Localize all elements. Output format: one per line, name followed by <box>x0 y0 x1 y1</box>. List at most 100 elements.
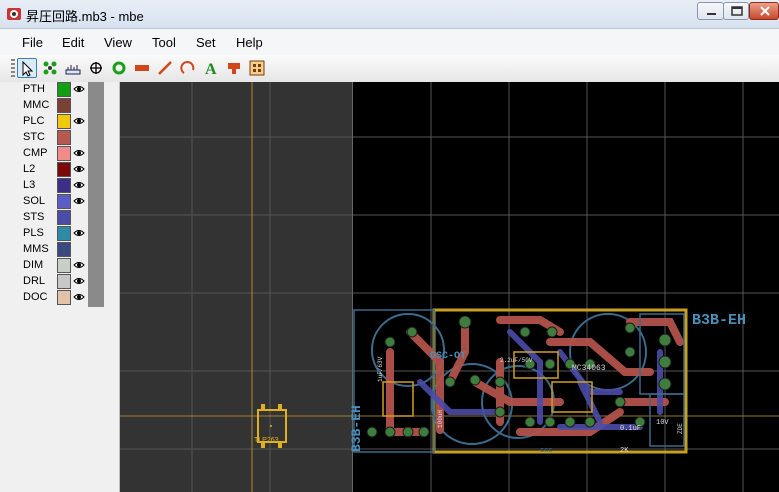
layer-panel: PTH MMC PLC STC CMP L2 L3 SOL STS PLS MMS DIM DRL DOC <box>0 82 120 492</box>
res2-label: 2K <box>620 447 629 455</box>
eye-icon[interactable] <box>73 164 85 174</box>
layer-color-swatch[interactable] <box>57 162 71 177</box>
layer-row-sts[interactable]: STS <box>0 210 105 226</box>
layer-color-swatch[interactable] <box>57 98 71 113</box>
menu-tool[interactable]: Tool <box>152 35 176 50</box>
layer-row-cmp[interactable]: CMP <box>0 146 105 162</box>
eye-icon[interactable] <box>73 196 85 206</box>
eye-icon[interactable] <box>73 84 85 94</box>
crosshair-tool[interactable] <box>86 58 106 78</box>
menu-file[interactable]: File <box>22 35 43 50</box>
pad-tool[interactable] <box>109 58 129 78</box>
layer-color-swatch[interactable] <box>57 210 71 225</box>
layer-color-swatch[interactable] <box>57 82 71 97</box>
select-tool[interactable] <box>17 58 37 78</box>
component-tool[interactable] <box>224 58 244 78</box>
layer-name: PTH <box>23 83 45 95</box>
title-bar: 昇圧回路.mb3 - mbe <box>0 0 779 29</box>
layer-color-swatch[interactable] <box>57 114 71 129</box>
toolbar: A <box>0 55 779 83</box>
ic-label: MC34063 <box>572 364 606 373</box>
menu-set[interactable]: Set <box>196 35 216 50</box>
line-icon <box>158 61 172 75</box>
res1-label: 0.1uF <box>620 425 641 433</box>
vertical-label-1: B3B-EH <box>349 405 364 452</box>
layer-row-drl[interactable]: DRL <box>0 274 105 290</box>
text-tool[interactable]: A <box>201 58 221 78</box>
arc-icon <box>180 61 195 74</box>
ruler-icon <box>65 65 81 75</box>
nodes-icon <box>43 61 57 75</box>
res7-label: ccc <box>540 447 553 455</box>
layer-row-pth[interactable]: PTH <box>0 82 105 98</box>
layer-color-swatch[interactable] <box>57 242 71 257</box>
osc-label: OSC-OT <box>430 351 466 362</box>
eye-icon[interactable] <box>73 116 85 126</box>
svg-text:A: A <box>205 61 217 76</box>
cap1-label: 1uF/63V <box>377 356 384 382</box>
crosshair-icon <box>90 62 102 74</box>
eye-icon[interactable] <box>73 180 85 190</box>
menu-help[interactable]: Help <box>236 35 263 50</box>
layer-name: DIM <box>23 259 44 271</box>
minimize-button[interactable] <box>697 2 724 20</box>
layer-color-swatch[interactable] <box>57 226 71 241</box>
eye-icon[interactable] <box>73 260 85 270</box>
close-icon <box>760 6 770 16</box>
measure-tool[interactable] <box>63 58 83 78</box>
text-a-icon: A <box>205 61 217 76</box>
layer-color-swatch[interactable] <box>57 274 71 289</box>
app-icon <box>7 8 21 20</box>
layer-row-mms[interactable]: MMS <box>0 242 105 258</box>
layer-color-swatch[interactable] <box>57 130 71 145</box>
layer-name: MMC <box>23 99 50 111</box>
window-title: 昇圧回路.mb3 - mbe <box>26 9 144 24</box>
layer-color-swatch[interactable] <box>57 290 71 305</box>
layer-name: PLC <box>23 115 45 127</box>
component-icon <box>228 63 240 74</box>
pcb-canvas[interactable]: TLP263 B3B-EH OSC-OT MC34063 2.2uF/50V 0… <box>120 82 779 492</box>
layer-color-swatch[interactable] <box>57 194 71 209</box>
layer-row-sol[interactable]: SOL <box>0 194 105 210</box>
eye-icon[interactable] <box>73 148 85 158</box>
menu-edit[interactable]: Edit <box>62 35 84 50</box>
arc-tool[interactable] <box>178 58 198 78</box>
vertical-label-2: ZDE <box>677 423 684 434</box>
menu-bar: File Edit View Tool Set Help <box>0 29 779 55</box>
layer-row-stc[interactable]: STC <box>0 130 105 146</box>
node-tool[interactable] <box>40 58 60 78</box>
layer-row-l2[interactable]: L2 <box>0 162 105 178</box>
tlp263-label: TLP263 <box>254 437 279 444</box>
layer-name: SOL <box>23 195 46 207</box>
layer-color-swatch[interactable] <box>57 178 71 193</box>
close-button[interactable] <box>749 2 779 20</box>
ind-label: 100uH <box>437 410 444 428</box>
menu-view[interactable]: View <box>104 35 132 50</box>
layer-row-doc[interactable]: DOC <box>0 290 105 306</box>
layer-row-dim[interactable]: DIM <box>0 258 105 274</box>
layer-color-swatch[interactable] <box>57 258 71 273</box>
layer-color-swatch[interactable] <box>57 146 71 161</box>
array-tool[interactable] <box>247 58 267 78</box>
eye-icon[interactable] <box>73 276 85 286</box>
layer-name: CMP <box>23 147 48 159</box>
eye-icon[interactable] <box>73 228 85 238</box>
maximize-button[interactable] <box>723 2 749 20</box>
layer-name: STC <box>23 131 45 143</box>
minimize-icon <box>707 13 716 15</box>
rect-tool[interactable] <box>132 58 152 78</box>
layer-name: L3 <box>23 179 36 191</box>
layer-row-pls[interactable]: PLS <box>0 226 105 242</box>
rectangle-icon <box>135 65 149 71</box>
res6-label: 10V <box>656 419 669 427</box>
line-tool[interactable] <box>155 58 175 78</box>
layer-name: STS <box>23 211 45 223</box>
pad-ring-icon <box>112 61 126 75</box>
layer-name: L2 <box>23 163 36 175</box>
cap2-label: 2.2uF/50V <box>500 357 533 364</box>
layer-row-plc[interactable]: PLC <box>0 114 105 130</box>
layer-row-l3[interactable]: L3 <box>0 178 105 194</box>
toolbar-grip[interactable] <box>11 59 15 77</box>
eye-icon[interactable] <box>73 292 85 302</box>
layer-row-mmc[interactable]: MMC <box>0 98 105 114</box>
